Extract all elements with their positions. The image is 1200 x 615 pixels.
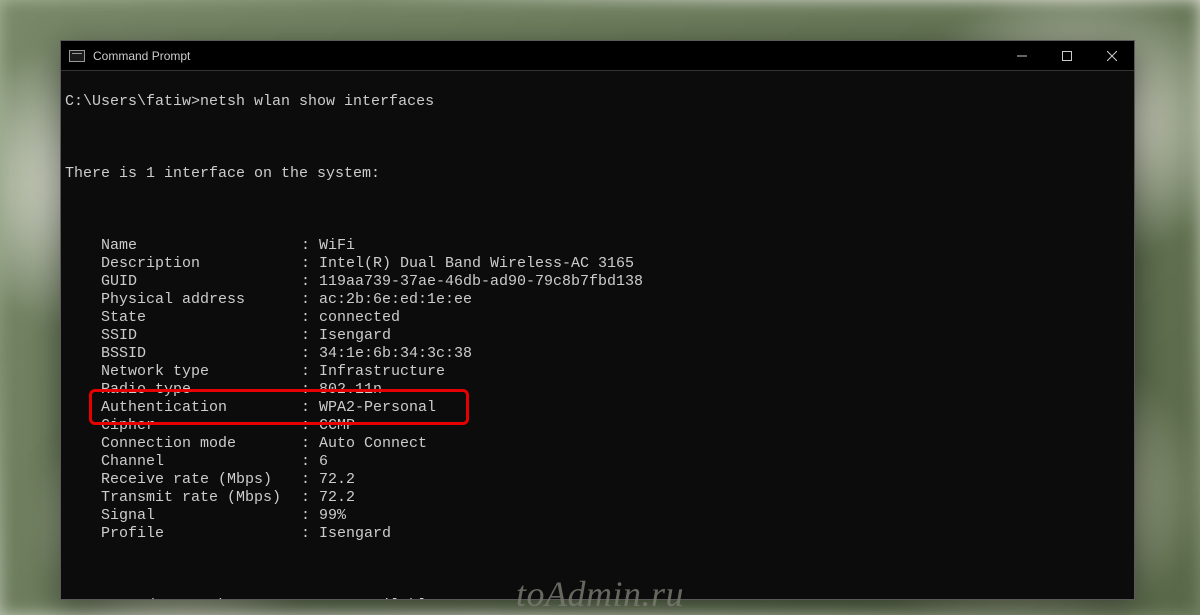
blank-line [65, 129, 1130, 147]
row-key: State [101, 309, 301, 327]
kv-row: Radio type: 802.11n [65, 381, 1130, 399]
row-separator: : [301, 507, 319, 525]
row-key: Description [101, 255, 301, 273]
row-separator: : [301, 399, 319, 417]
row-separator: : [301, 309, 319, 327]
row-separator: : [301, 381, 319, 399]
row-value: 72.2 [319, 489, 355, 507]
row-value: Isengard [319, 327, 391, 345]
hosted-network-row: Hosted network status: Not available [65, 597, 1130, 599]
row-key: Connection mode [101, 435, 301, 453]
row-separator: : [301, 273, 319, 291]
row-key: SSID [101, 327, 301, 345]
row-separator: : [301, 417, 319, 435]
row-value: Infrastructure [319, 363, 445, 381]
row-separator: : [301, 489, 319, 507]
row-value: 119aa739-37ae-46db-ad90-79c8b7fbd138 [319, 273, 643, 291]
row-separator: : [301, 345, 319, 363]
command-text: netsh wlan show interfaces [200, 93, 434, 111]
row-separator: : [301, 597, 319, 599]
prompt-path: C:\Users\fatiw> [65, 93, 200, 111]
row-key: BSSID [101, 345, 301, 363]
row-value: Auto Connect [319, 435, 427, 453]
row-value: 72.2 [319, 471, 355, 489]
kv-row: Authentication: WPA2-Personal [65, 399, 1130, 417]
row-separator: : [301, 237, 319, 255]
row-value: Isengard [319, 525, 391, 543]
row-value: ac:2b:6e:ed:1e:ee [319, 291, 472, 309]
row-separator: : [301, 453, 319, 471]
minimize-button[interactable] [999, 41, 1044, 70]
row-value: Intel(R) Dual Band Wireless-AC 3165 [319, 255, 634, 273]
close-button[interactable] [1089, 41, 1134, 70]
blank-line [65, 201, 1130, 219]
kv-row: Cipher: CCMP [65, 417, 1130, 435]
row-key: Profile [101, 525, 301, 543]
kv-row: Name: WiFi [65, 237, 1130, 255]
row-separator: : [301, 471, 319, 489]
row-value: CCMP [319, 417, 355, 435]
prompt-line: C:\Users\fatiw>netsh wlan show interface… [65, 93, 1130, 111]
kv-row: Physical address: ac:2b:6e:ed:1e:ee [65, 291, 1130, 309]
row-value: 6 [319, 453, 328, 471]
kv-row: Channel: 6 [65, 453, 1130, 471]
row-key: Radio type [101, 381, 301, 399]
interface-header: There is 1 interface on the system: [65, 165, 1130, 183]
row-key: Transmit rate (Mbps) [101, 489, 301, 507]
row-separator: : [301, 435, 319, 453]
row-value: Not available [319, 597, 436, 599]
row-separator: : [301, 363, 319, 381]
row-separator: : [301, 327, 319, 345]
row-key: Signal [101, 507, 301, 525]
terminal-output[interactable]: C:\Users\fatiw>netsh wlan show interface… [61, 71, 1134, 599]
kv-row: GUID: 119aa739-37ae-46db-ad90-79c8b7fbd1… [65, 273, 1130, 291]
row-key: Channel [101, 453, 301, 471]
row-key: GUID [101, 273, 301, 291]
row-key: Network type [101, 363, 301, 381]
kv-row: Receive rate (Mbps): 72.2 [65, 471, 1130, 489]
row-value: connected [319, 309, 400, 327]
kv-row: SSID: Isengard [65, 327, 1130, 345]
kv-row: Signal: 99% [65, 507, 1130, 525]
row-key: Authentication [101, 399, 301, 417]
row-value: 99% [319, 507, 346, 525]
row-separator: : [301, 291, 319, 309]
kv-row: Transmit rate (Mbps): 72.2 [65, 489, 1130, 507]
kv-row: Connection mode: Auto Connect [65, 435, 1130, 453]
row-key: Physical address [101, 291, 301, 309]
row-key: Name [101, 237, 301, 255]
window-controls [999, 41, 1134, 70]
kv-row: Description: Intel(R) Dual Band Wireless… [65, 255, 1130, 273]
row-separator: : [301, 525, 319, 543]
row-value: 34:1e:6b:34:3c:38 [319, 345, 472, 363]
row-value: WPA2-Personal [319, 399, 436, 417]
command-prompt-window: Command Prompt C:\Users\fatiw>netsh wlan… [60, 40, 1135, 600]
blank-line [65, 561, 1130, 579]
title-bar[interactable]: Command Prompt [61, 41, 1134, 71]
row-value: WiFi [319, 237, 355, 255]
window-title: Command Prompt [93, 49, 999, 63]
cmd-icon [69, 50, 85, 62]
row-key: Receive rate (Mbps) [101, 471, 301, 489]
maximize-button[interactable] [1044, 41, 1089, 70]
kv-row: Profile: Isengard [65, 525, 1130, 543]
kv-row: BSSID: 34:1e:6b:34:3c:38 [65, 345, 1130, 363]
row-separator: : [301, 255, 319, 273]
kv-row: State: connected [65, 309, 1130, 327]
row-value: 802.11n [319, 381, 382, 399]
kv-row: Network type: Infrastructure [65, 363, 1130, 381]
row-key: Hosted network status [101, 597, 301, 599]
row-key: Cipher [101, 417, 301, 435]
